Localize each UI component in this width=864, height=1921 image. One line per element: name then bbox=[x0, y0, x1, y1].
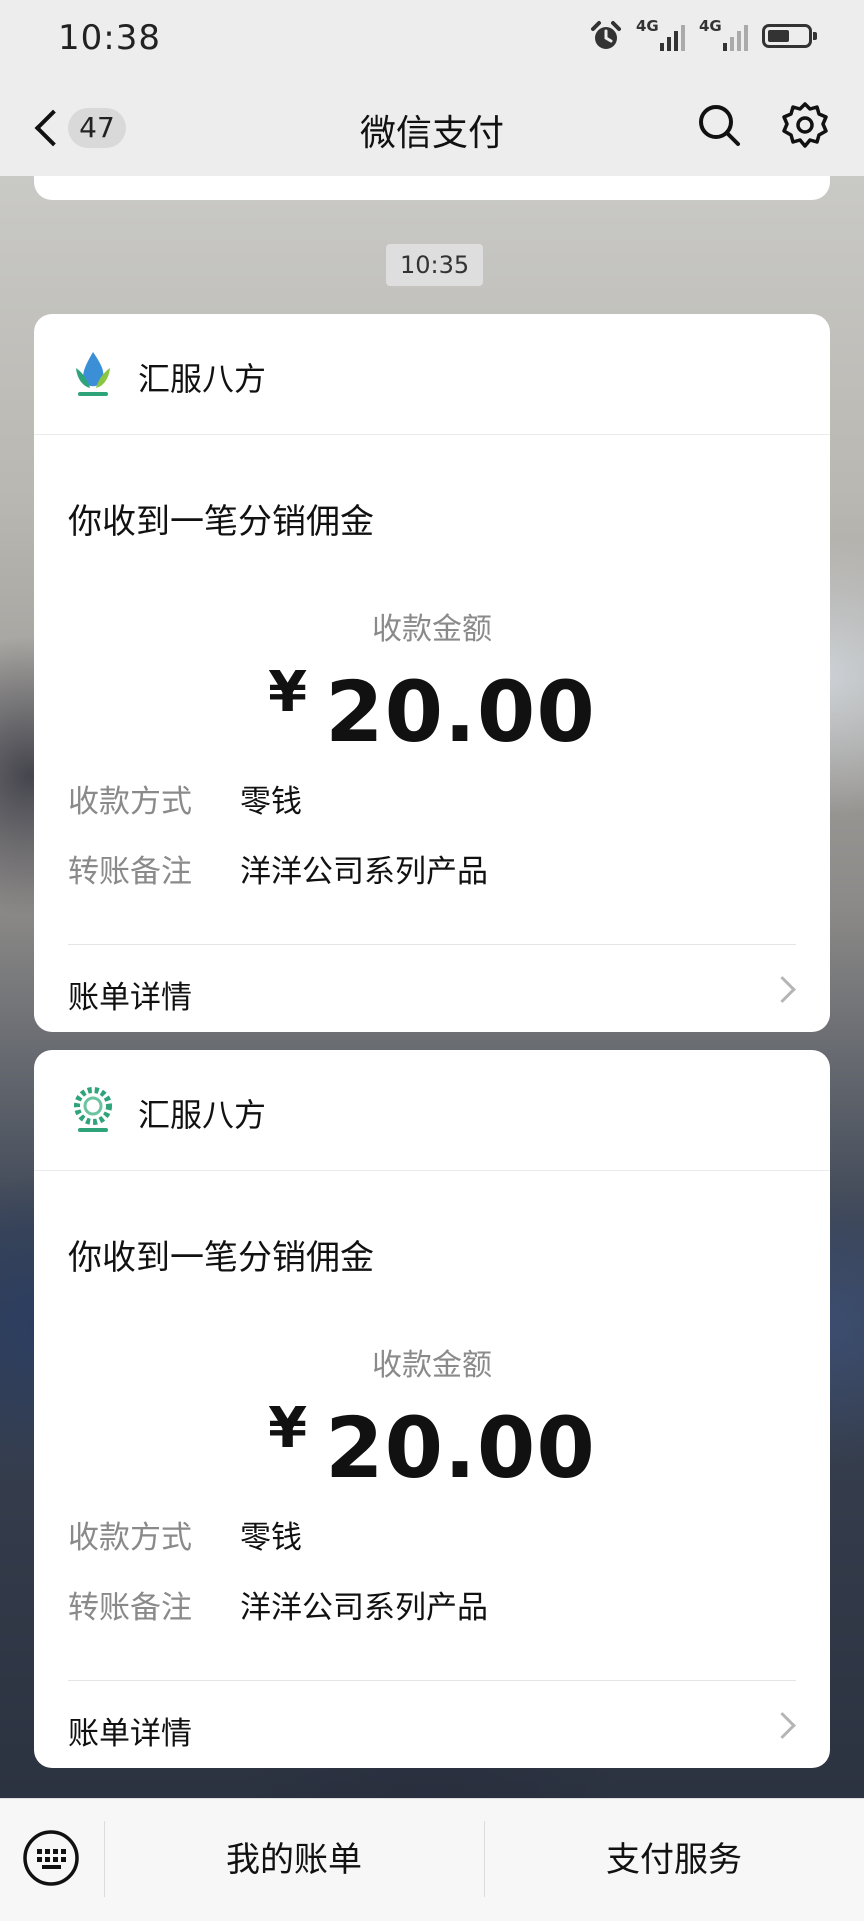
network-type-2: 4G bbox=[699, 17, 722, 35]
signal-icon: 4G bbox=[699, 17, 748, 51]
merchant-name: 汇服八方 bbox=[138, 1096, 267, 1134]
menu-payment-services[interactable]: 支付服务 bbox=[484, 1799, 864, 1921]
merchant-logo-icon bbox=[74, 1087, 112, 1132]
chevron-right-icon bbox=[769, 976, 796, 1003]
status-time: 10:38 bbox=[58, 18, 161, 58]
payment-method-value: 零钱 bbox=[240, 784, 302, 820]
merchant-name: 汇服八方 bbox=[138, 360, 267, 398]
payment-notification-card: 汇服八方 你收到一笔分销佣金 收款金额 ¥20.00 收款方式 零钱 转账备注 … bbox=[34, 1050, 830, 1768]
alarm-icon bbox=[591, 21, 621, 49]
amount-value: 20.00 bbox=[325, 663, 596, 761]
divider bbox=[68, 1680, 796, 1681]
currency-symbol: ¥ bbox=[268, 1396, 308, 1461]
bill-details-link[interactable]: 账单详情 bbox=[34, 946, 830, 1034]
signal-icon: 4G bbox=[636, 17, 685, 51]
gear-icon[interactable] bbox=[780, 100, 830, 150]
bill-details-label: 账单详情 bbox=[68, 980, 192, 1016]
notification-title: 你收到一笔分销佣金 bbox=[68, 1238, 374, 1278]
bill-details-label: 账单详情 bbox=[68, 1716, 192, 1752]
previous-message-card bbox=[34, 176, 830, 200]
transfer-note-value: 洋洋公司系列产品 bbox=[240, 854, 488, 890]
status-bar: 10:38 4G 4G bbox=[0, 0, 864, 80]
amount-display: ¥20.00 bbox=[34, 660, 830, 761]
chevron-right-icon bbox=[769, 1712, 796, 1739]
amount-display: ¥20.00 bbox=[34, 1396, 830, 1497]
notification-title: 你收到一笔分销佣金 bbox=[68, 502, 374, 542]
payment-method-label: 收款方式 bbox=[68, 784, 192, 820]
amount-value: 20.00 bbox=[325, 1399, 596, 1497]
search-icon[interactable] bbox=[694, 100, 744, 150]
card-header: 汇服八方 bbox=[34, 314, 830, 435]
card-header: 汇服八方 bbox=[34, 1050, 830, 1171]
message-timestamp: 10:35 bbox=[386, 244, 484, 286]
payment-method-value: 零钱 bbox=[240, 1520, 302, 1556]
divider bbox=[68, 944, 796, 945]
transfer-note-label: 转账备注 bbox=[68, 854, 192, 890]
bill-details-link[interactable]: 账单详情 bbox=[34, 1682, 830, 1770]
payment-method-label: 收款方式 bbox=[68, 1520, 192, 1556]
amount-label: 收款金额 bbox=[372, 1348, 492, 1383]
battery-icon bbox=[762, 24, 817, 48]
amount-label: 收款金额 bbox=[372, 612, 492, 647]
transfer-note-value: 洋洋公司系列产品 bbox=[240, 1590, 488, 1626]
currency-symbol: ¥ bbox=[268, 660, 308, 725]
status-icons: 4G 4G bbox=[590, 17, 817, 52]
transfer-note-label: 转账备注 bbox=[68, 1590, 192, 1626]
menu-my-bills[interactable]: 我的账单 bbox=[104, 1799, 484, 1921]
network-type-1: 4G bbox=[636, 17, 659, 35]
merchant-logo-icon bbox=[76, 352, 110, 396]
keyboard-icon[interactable] bbox=[22, 1829, 80, 1887]
bottom-menu-bar: 我的账单 支付服务 bbox=[0, 1798, 864, 1921]
nav-bar: 47 微信支付 bbox=[0, 80, 864, 176]
payment-notification-card: 汇服八方 你收到一笔分销佣金 收款金额 ¥20.00 收款方式 零钱 转账备注 … bbox=[34, 314, 830, 1032]
